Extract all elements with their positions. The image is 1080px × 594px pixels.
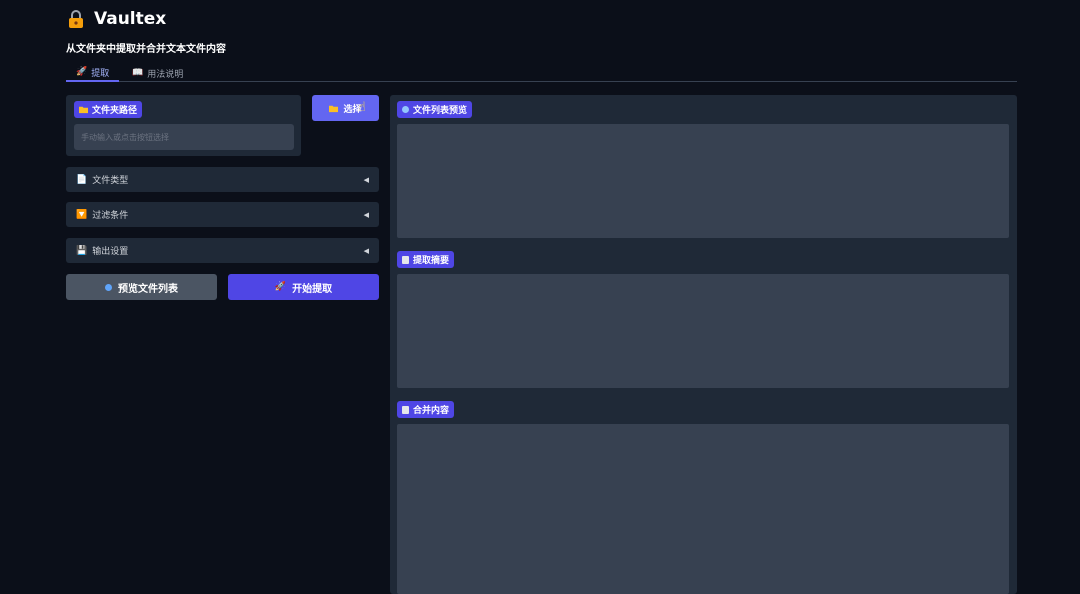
select-folder-button[interactable]: 选择 (312, 95, 379, 121)
save-icon: 💾 (76, 245, 88, 256)
folder-icon (329, 105, 339, 112)
title-row: Vaultex (66, 8, 226, 30)
folder-path-panel: 文件夹路径 (66, 95, 301, 156)
preview-file-list-button[interactable]: 预览文件列表 (66, 274, 217, 300)
summary-label: 提取摘要 (397, 251, 455, 268)
summary-label-text: 提取摘要 (413, 256, 450, 266)
accordion-filters[interactable]: 🔽 过滤条件 ◀ (66, 202, 379, 227)
bubble-icon (402, 106, 409, 113)
preview-file-list-button-label: 预览文件列表 (118, 283, 178, 295)
app-window: Vaultex 从文件夹中提取并合并文本文件内容 🚀 提取 📖 用法说明 文件夹… (0, 0, 1080, 594)
merged-content-output[interactable] (397, 424, 1009, 594)
tab-bar: 🚀 提取 📖 用法说明 (66, 62, 1017, 82)
caret-left-icon: ◀ (363, 210, 369, 219)
filter-icon: 🔽 (76, 209, 88, 220)
hand-cursor-icon: ☝ (358, 100, 366, 115)
accordion-filters-label: 过滤条件 (92, 211, 129, 221)
tab-extract[interactable]: 🚀 提取 (66, 64, 120, 82)
accordion-output-settings-title: 💾 输出设置 (76, 244, 129, 258)
document-icon (402, 405, 409, 414)
output-panel: 文件列表预览 提取摘要 合并内容 (390, 95, 1017, 594)
rocket-icon: 🚀 (76, 67, 88, 77)
accordion-output-settings[interactable]: 💾 输出设置 ◀ (66, 238, 379, 263)
merged-content-label-text: 合并内容 (413, 406, 450, 416)
bubble-icon (105, 283, 112, 291)
app-title: Vaultex (94, 9, 167, 29)
app-header: Vaultex 从文件夹中提取并合并文本文件内容 (66, 8, 226, 55)
accordion-filters-title: 🔽 过滤条件 (76, 208, 129, 222)
folder-path-label-text: 文件夹路径 (92, 106, 138, 116)
file-list-preview-label: 文件列表预览 (397, 101, 473, 118)
start-extract-button[interactable]: 🚀 开始提取 (228, 274, 379, 300)
tab-usage-label: 用法说明 (147, 69, 184, 80)
file-list-preview-label-text: 文件列表预览 (413, 106, 468, 116)
accordion-file-types-title: 📄 文件类型 (76, 173, 129, 187)
accordion-file-types-label: 文件类型 (92, 176, 129, 186)
caret-left-icon: ◀ (363, 175, 369, 184)
tab-extract-label: 提取 (91, 68, 110, 79)
lock-icon (69, 10, 83, 28)
app-subtitle: 从文件夹中提取并合并文本文件内容 (66, 44, 226, 55)
start-extract-button-label: 开始提取 (292, 283, 333, 295)
rocket-icon: 🚀 (274, 282, 287, 292)
folder-path-label: 文件夹路径 (74, 101, 143, 118)
book-icon: 📖 (132, 68, 144, 78)
accordion-file-types[interactable]: 📄 文件类型 ◀ (66, 167, 379, 192)
merged-content-label: 合并内容 (397, 401, 455, 418)
caret-left-icon: ◀ (363, 246, 369, 255)
clipboard-icon (402, 255, 409, 264)
file-list-preview-output[interactable] (397, 124, 1009, 238)
folder-icon (79, 106, 88, 114)
summary-output[interactable] (397, 274, 1009, 388)
accordion-output-settings-label: 输出设置 (92, 247, 129, 257)
document-icon: 📄 (76, 174, 88, 185)
folder-path-input[interactable] (74, 124, 294, 150)
tab-usage[interactable]: 📖 用法说明 (130, 64, 185, 82)
